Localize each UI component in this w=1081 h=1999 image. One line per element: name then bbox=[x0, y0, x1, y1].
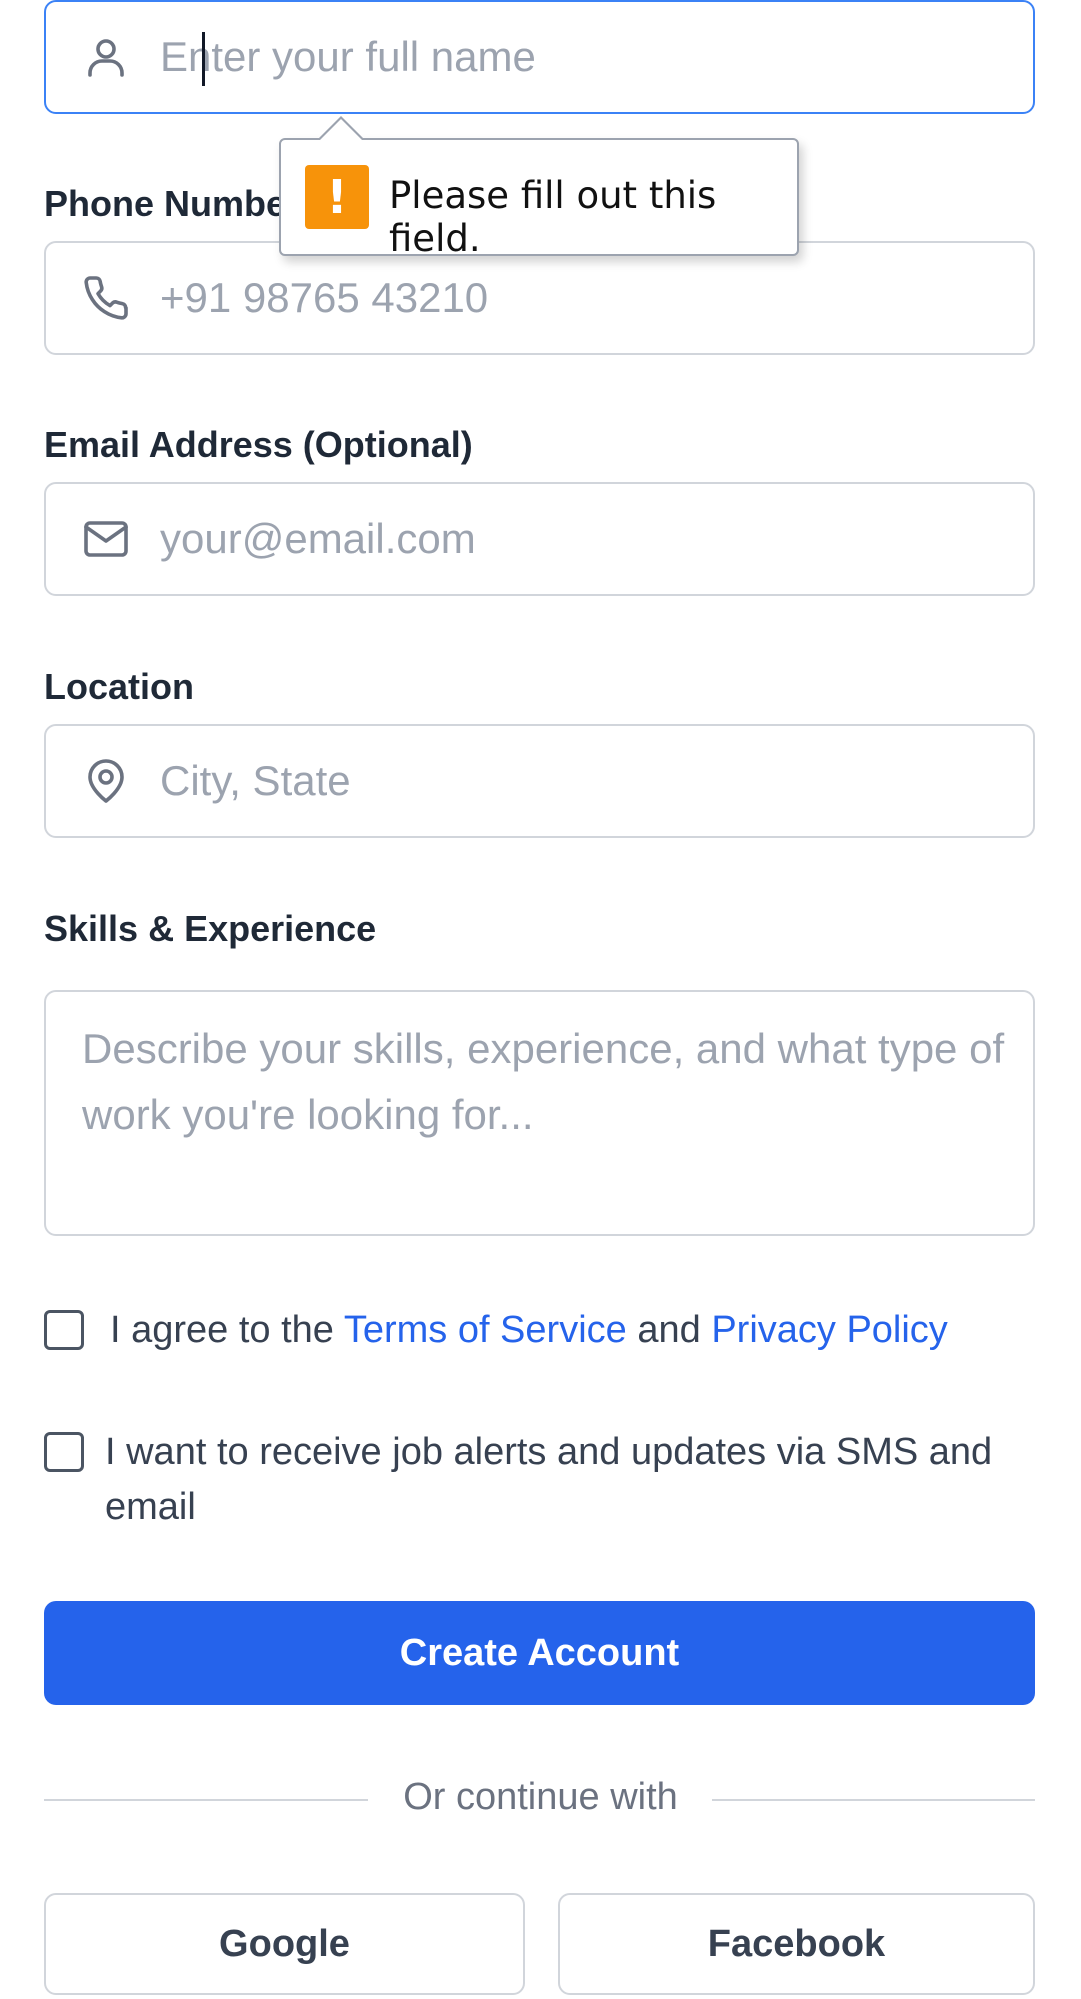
privacy-policy-link[interactable]: Privacy Policy bbox=[711, 1309, 948, 1351]
map-pin-icon bbox=[88, 759, 124, 803]
job-alerts-text: I want to receive job alerts and updates… bbox=[105, 1431, 993, 1528]
email-field[interactable] bbox=[44, 482, 1035, 596]
terms-of-service-link[interactable]: Terms of Service bbox=[344, 1309, 627, 1351]
full-name-field[interactable] bbox=[44, 0, 1035, 114]
terms-checkbox[interactable] bbox=[44, 1310, 84, 1350]
divider-right bbox=[712, 1799, 1035, 1801]
user-icon bbox=[88, 39, 124, 77]
email-label: Email Address (Optional) bbox=[44, 424, 473, 465]
email-input[interactable] bbox=[158, 484, 1013, 594]
skills-textarea-box[interactable] bbox=[44, 990, 1035, 1236]
location-label: Location bbox=[44, 666, 194, 707]
phone-icon bbox=[84, 276, 128, 320]
location-input[interactable] bbox=[158, 726, 1013, 836]
tooltip-message: Please fill out this field. bbox=[389, 174, 717, 260]
facebook-button[interactable]: Facebook bbox=[558, 1893, 1035, 1995]
skills-label: Skills & Experience bbox=[44, 908, 377, 949]
mail-icon bbox=[84, 521, 128, 557]
google-button[interactable]: Google bbox=[44, 1893, 525, 1995]
phone-label: Phone Number bbox=[44, 183, 301, 224]
tooltip-arrow-fill bbox=[319, 119, 363, 141]
location-field[interactable] bbox=[44, 724, 1035, 838]
divider-text: Or continue with bbox=[403, 1776, 678, 1818]
terms-prefix: I agree to the bbox=[110, 1309, 334, 1351]
warning-icon: ! bbox=[305, 165, 369, 229]
terms-and: and bbox=[637, 1309, 701, 1351]
full-name-input[interactable] bbox=[158, 2, 1013, 112]
validation-tooltip: ! Please fill out this field. bbox=[279, 116, 799, 260]
skills-textarea[interactable] bbox=[80, 1014, 1013, 1224]
terms-text: I agree to the Terms of Service and Priv… bbox=[110, 1303, 948, 1358]
text-caret bbox=[202, 32, 205, 86]
job-alerts-checkbox[interactable] bbox=[44, 1432, 84, 1472]
create-account-button[interactable]: Create Account bbox=[44, 1601, 1035, 1705]
